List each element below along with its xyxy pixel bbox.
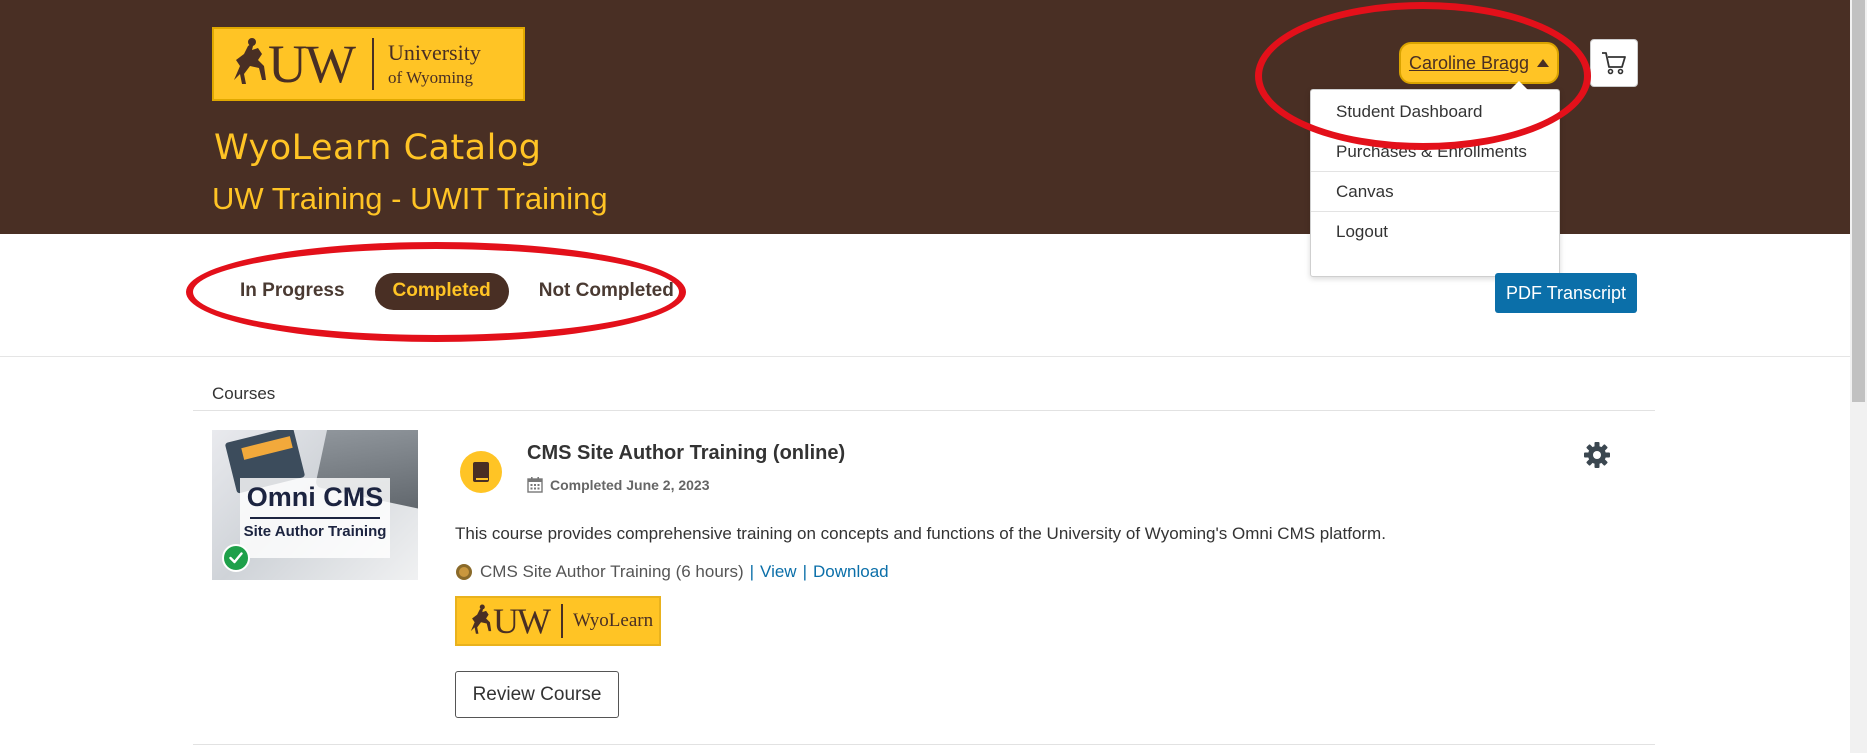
cart-button[interactable]	[1590, 39, 1638, 87]
tab-in-progress[interactable]: In Progress	[222, 273, 363, 310]
thumbnail-underline	[250, 517, 380, 519]
separator: |	[749, 562, 755, 581]
completed-date-text: Completed June 2, 2023	[550, 476, 710, 493]
certificate-row: CMS Site Author Training (6 hours) | Vie…	[455, 562, 889, 582]
bucking-horse-icon	[234, 38, 266, 84]
menu-item-student-dashboard[interactable]: Student Dashboard	[1311, 92, 1559, 132]
logo-line-1: University	[387, 39, 481, 65]
wyolearn-badge: UW WyoLearn	[455, 596, 661, 646]
cart-icon	[1602, 52, 1626, 75]
catalog-title: WyoLearn Catalog	[214, 128, 542, 168]
course-description: This course provides comprehensive train…	[455, 524, 1386, 543]
gear-icon[interactable]	[1583, 441, 1611, 469]
tab-not-completed[interactable]: Not Completed	[521, 273, 692, 310]
courses-heading: Courses	[212, 384, 276, 403]
certificate-medal-icon	[456, 564, 472, 580]
certificate-view-link[interactable]: View	[760, 562, 797, 582]
caret-up-icon	[1537, 59, 1550, 67]
thumbnail-subtitle: Site Author Training	[243, 523, 387, 540]
thumbnail-title: Omni CMS	[246, 482, 384, 512]
user-name: Caroline Bragg	[1408, 52, 1530, 73]
catalog-subtitle: UW Training - UWIT Training	[212, 181, 608, 216]
calendar-icon	[527, 477, 543, 493]
user-menu-button[interactable]: Caroline Bragg	[1399, 42, 1559, 84]
logo-uw-mark: UW	[268, 34, 356, 94]
scrollbar-thumb[interactable]	[1852, 0, 1865, 402]
status-tabs: In Progress Completed Not Completed	[222, 272, 704, 310]
courses-divider	[193, 410, 1655, 411]
site-header: UW University of Wyoming WyoLearn Catalo…	[0, 0, 1850, 234]
certificate-download-link[interactable]: Download	[813, 562, 889, 582]
tab-completed[interactable]: Completed	[374, 272, 509, 310]
course-book-icon	[460, 451, 502, 493]
course-thumbnail[interactable]: Omni CMS Site Author Training	[212, 430, 418, 580]
menu-item-purchases-enrollments[interactable]: Purchases & Enrollments	[1311, 132, 1559, 172]
university-logo[interactable]: UW University of Wyoming	[212, 27, 525, 101]
completed-check-icon	[222, 544, 250, 572]
menu-item-canvas[interactable]: Canvas	[1311, 172, 1559, 212]
section-divider	[0, 356, 1850, 357]
course-divider	[193, 744, 1655, 745]
logo-divider	[371, 38, 374, 90]
certificate-name: CMS Site Author Training (6 hours)	[480, 562, 744, 581]
bucking-horse-icon	[470, 604, 492, 634]
review-course-button[interactable]: Review Course	[455, 671, 619, 718]
menu-item-logout[interactable]: Logout	[1311, 212, 1559, 252]
logo-university-name: University of Wyoming	[388, 41, 481, 87]
badge-name: WyoLearn	[572, 610, 654, 631]
user-dropdown-menu: Student Dashboard Purchases & Enrollment…	[1310, 81, 1560, 277]
badge-uw-mark: UW	[493, 601, 551, 641]
pdf-transcript-button[interactable]: PDF Transcript	[1495, 273, 1637, 313]
course-title[interactable]: CMS Site Author Training (online)	[527, 442, 845, 465]
completed-date: Completed June 2, 2023	[527, 476, 710, 493]
logo-line-2: of Wyoming	[387, 68, 474, 87]
separator: |	[802, 562, 808, 581]
badge-divider	[560, 604, 563, 638]
